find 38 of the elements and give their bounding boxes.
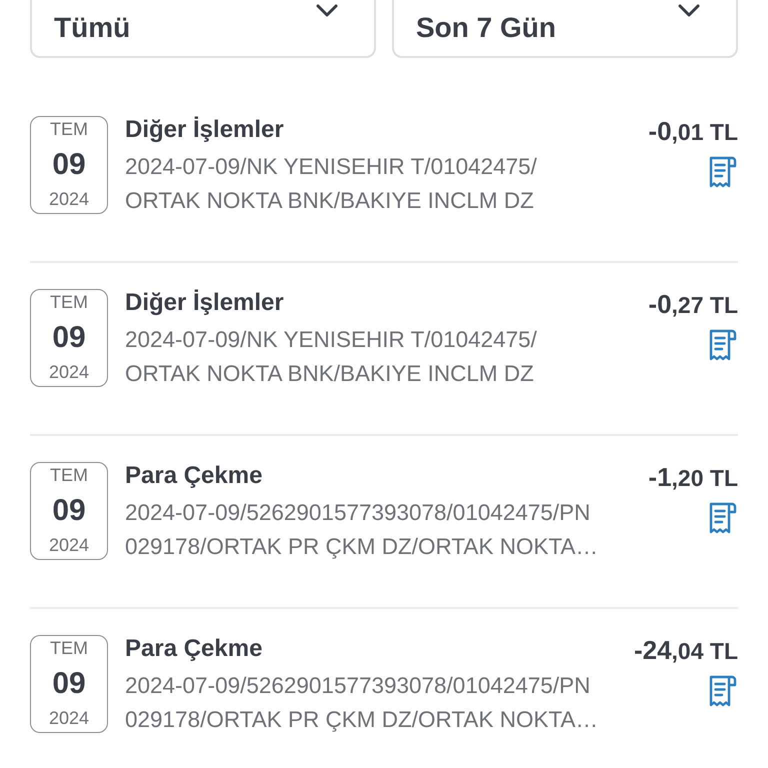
transaction-description: 029178/ORTAK PR ÇKM DZ/ORTAK NOKTA… <box>125 533 600 561</box>
dropdown-value: Tümü <box>54 12 130 44</box>
dropdown-value: Son 7 Gün <box>416 12 556 44</box>
date-month: TEM <box>50 638 88 659</box>
transaction-description: 2024-07-09/5262901577393078/01042475/PN <box>125 672 592 700</box>
transaction-amount: -0,01 TL <box>648 116 738 147</box>
transaction-title: Para Çekme <box>125 462 264 490</box>
transaction-description: 2024-07-09/NK YENISEHIR T/01042475/ <box>125 326 538 354</box>
date-month: TEM <box>50 119 88 140</box>
receipt-icon[interactable] <box>708 155 738 189</box>
receipt-icon[interactable] <box>708 501 738 535</box>
filter-dropdown[interactable]: Tümü <box>30 0 376 58</box>
date-day: 09 <box>52 666 86 700</box>
transaction-title: Para Çekme <box>125 635 264 663</box>
transaction-description: ORTAK NOKTA BNK/BAKIYE INCLM DZ <box>125 360 535 388</box>
date-month: TEM <box>50 292 88 313</box>
date-year: 2024 <box>48 708 90 729</box>
transaction-title: Diğer İşlemler <box>125 116 285 144</box>
transaction-description: 2024-07-09/NK YENISEHIR T/01042475/ <box>125 153 538 181</box>
transaction-amount: -0,27 TL <box>648 289 738 320</box>
transaction-title: Diğer İşlemler <box>125 289 285 317</box>
transaction-amount: -1,20 TL <box>648 462 738 493</box>
transaction-description: 2024-07-09/5262901577393078/01042475/PN <box>125 499 592 527</box>
transaction-amount: -24,04 TL <box>634 635 738 666</box>
date-day: 09 <box>52 148 86 182</box>
date-year: 2024 <box>48 535 90 556</box>
receipt-icon[interactable] <box>708 674 738 708</box>
date-day: 09 <box>52 320 86 354</box>
date-day: 09 <box>52 494 86 528</box>
chevron-down-icon <box>316 4 338 18</box>
date-year: 2024 <box>48 189 90 210</box>
chevron-down-icon <box>678 4 700 18</box>
filter-dropdown[interactable]: Son 7 Gün <box>392 0 738 58</box>
receipt-icon[interactable] <box>708 328 738 362</box>
date-month: TEM <box>50 465 88 486</box>
transaction-description: ORTAK NOKTA BNK/BAKIYE INCLM DZ <box>125 187 535 215</box>
date-year: 2024 <box>48 362 90 383</box>
transaction-description: 029178/ORTAK PR ÇKM DZ/ORTAK NOKTA… <box>125 706 600 734</box>
